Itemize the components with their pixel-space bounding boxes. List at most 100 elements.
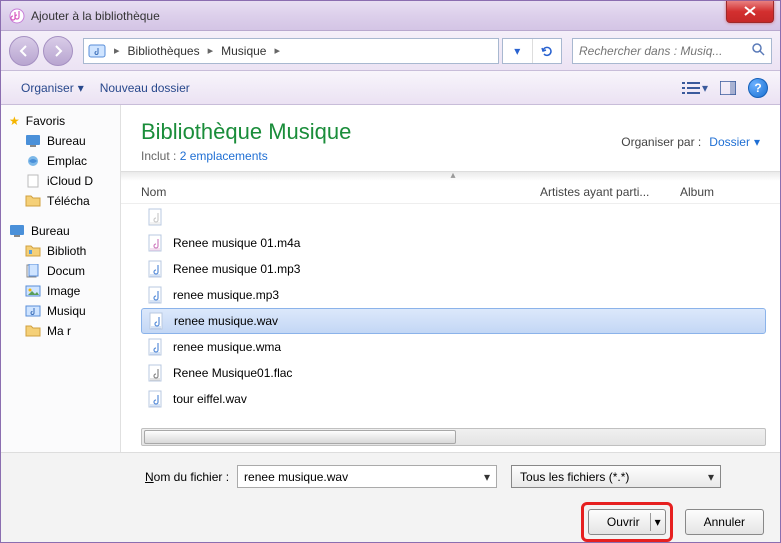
refresh-button[interactable] [533, 39, 562, 63]
chevron-down-icon: ▾ [754, 135, 760, 149]
app-icon [9, 8, 25, 24]
open-button[interactable]: Ouvrir ▾ [588, 509, 666, 535]
folder-icon [25, 324, 41, 338]
file-row[interactable] [141, 204, 780, 230]
body: ★ Favoris Bureau Emplac iCloud D T [1, 105, 780, 452]
chevron-right-icon: ▸ [274, 44, 280, 57]
sidebar-item-libraries[interactable]: Biblioth [1, 241, 120, 261]
help-button[interactable]: ? [748, 78, 768, 98]
desktop-icon [25, 134, 41, 148]
file-row[interactable]: Renee musique 01.mp3 [141, 256, 780, 282]
scrollbar-thumb[interactable] [144, 430, 456, 444]
file-row[interactable]: renee musique.wma [141, 334, 780, 360]
chevron-right-icon: ▸ [208, 44, 214, 57]
horizontal-scrollbar[interactable] [141, 428, 766, 446]
cancel-label: Annuler [704, 515, 745, 529]
highlight-annotation: Ouvrir ▾ [581, 502, 673, 542]
history-dropdown[interactable]: ▾ [503, 39, 533, 63]
sidebar-desktop-header[interactable]: Bureau [1, 221, 120, 241]
breadcrumb-item[interactable]: Bibliothèques [124, 42, 204, 60]
wav-icon [148, 312, 166, 330]
navigation-bar: ▸ Bibliothèques ▸ Musique ▸ ▾ [1, 31, 780, 71]
documents-icon [25, 264, 41, 278]
main-panel: Bibliothèque Musique Inclut : 2 emplacem… [121, 105, 780, 452]
filename-value: renee musique.wav [244, 470, 348, 484]
filename-label-text: om du fichier : [154, 470, 229, 484]
file-row[interactable]: Renee musique 01.m4a [141, 230, 780, 256]
search-icon [751, 42, 765, 59]
file-row[interactable]: renee musique.mp3 [141, 282, 780, 308]
close-button[interactable] [726, 1, 774, 23]
filename-combo[interactable]: renee musique.wav ▾ [237, 465, 497, 488]
search-box[interactable] [572, 38, 772, 64]
chevron-down-icon: ▾ [702, 81, 708, 95]
sidebar-item-music[interactable]: Musiqu [1, 301, 120, 321]
file-row[interactable]: tour eiffel.wav [141, 386, 780, 412]
new-folder-label: Nouveau dossier [100, 81, 190, 95]
column-album[interactable]: Album [680, 185, 760, 199]
back-button[interactable] [9, 36, 39, 66]
sidebar-favorites-header[interactable]: ★ Favoris [1, 111, 120, 131]
filename-label: Nom du fichier : [145, 470, 229, 484]
column-headers[interactable]: Nom Artistes ayant parti... Album [121, 181, 780, 204]
sidebar-group-label: Favoris [26, 114, 65, 128]
arrange-dropdown[interactable]: Dossier ▾ [709, 135, 760, 149]
cancel-button[interactable]: Annuler [685, 509, 764, 535]
sidebar-item-label: Emplac [47, 154, 87, 168]
library-subtitle: Inclut : 2 emplacements [141, 149, 351, 163]
organize-menu[interactable]: Organiser ▾ [13, 77, 92, 99]
column-name[interactable]: Nom [141, 185, 540, 199]
forward-button[interactable] [43, 36, 73, 66]
file-list: Renee musique 01.m4aRenee musique 01.mp3… [121, 204, 780, 424]
organize-label: Organiser [21, 81, 74, 95]
sidebar-item-images[interactable]: Image [1, 281, 120, 301]
file-row[interactable]: renee musique.wav [141, 308, 766, 334]
sidebar-item-places[interactable]: Emplac [1, 151, 120, 171]
new-folder-button[interactable]: Nouveau dossier [92, 77, 198, 99]
sidebar: ★ Favoris Bureau Emplac iCloud D T [1, 105, 121, 452]
open-label: Ouvrir [607, 515, 640, 529]
music-icon [25, 304, 41, 318]
file-name: renee musique.wav [174, 314, 278, 328]
file-name: renee musique.wma [173, 340, 281, 354]
m4a-icon [147, 234, 165, 252]
sidebar-item-icloud[interactable]: iCloud D [1, 171, 120, 191]
document-icon [25, 174, 41, 188]
file-name: tour eiffel.wav [173, 392, 247, 406]
sidebar-item-documents[interactable]: Docum [1, 261, 120, 281]
sidebar-item-label: Docum [47, 264, 85, 278]
footer: Nom du fichier : renee musique.wav ▾ Tou… [1, 452, 780, 542]
sidebar-group-label: Bureau [31, 224, 70, 238]
music-library-icon [88, 42, 106, 60]
flac-icon [147, 364, 165, 382]
breadcrumb-tools: ▾ [502, 38, 562, 64]
doc-icon [147, 208, 165, 226]
sidebar-item-label: Biblioth [47, 244, 86, 258]
sidebar-item-label: Image [47, 284, 80, 298]
preview-pane-button[interactable] [720, 81, 736, 95]
wav-icon [147, 390, 165, 408]
column-artists[interactable]: Artistes ayant parti... [540, 185, 680, 199]
images-icon [25, 284, 41, 298]
open-dropdown[interactable]: ▾ [650, 513, 661, 531]
arrange-label: Organiser par : [621, 135, 701, 149]
subtitle-prefix: Inclut : [141, 149, 180, 163]
desktop-icon [9, 224, 25, 238]
sidebar-item-downloads[interactable]: Télécha [1, 191, 120, 211]
sidebar-item-desktop[interactable]: Bureau [1, 131, 120, 151]
breadcrumb[interactable]: ▸ Bibliothèques ▸ Musique ▸ [83, 38, 499, 64]
view-mode-button[interactable]: ▾ [682, 81, 708, 95]
places-icon [25, 154, 41, 168]
chevron-down-icon: ▾ [484, 470, 490, 484]
mp3-icon [147, 260, 165, 278]
main-header: Bibliothèque Musique Inclut : 2 emplacem… [121, 105, 780, 171]
sidebar-item-more[interactable]: Ma r [1, 321, 120, 341]
breadcrumb-item[interactable]: Musique [217, 42, 270, 60]
search-input[interactable] [579, 44, 747, 58]
sidebar-item-label: Bureau [47, 134, 86, 148]
titlebar: Ajouter à la bibliothèque [1, 1, 780, 31]
file-row[interactable]: Renee Musique01.flac [141, 360, 780, 386]
locations-link[interactable]: 2 emplacements [180, 149, 268, 163]
filter-combo[interactable]: Tous les fichiers (*.*) ▾ [511, 465, 721, 488]
window-title: Ajouter à la bibliothèque [31, 9, 726, 23]
